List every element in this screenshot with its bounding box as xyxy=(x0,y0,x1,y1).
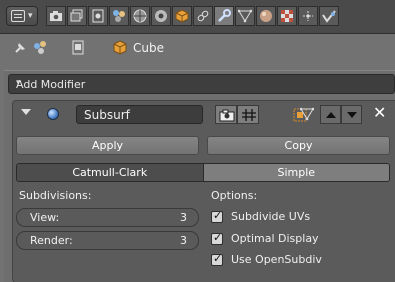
cube-object-icon xyxy=(113,40,127,55)
render-icon xyxy=(50,11,62,21)
object-name-label: Cube xyxy=(133,41,164,55)
triangle-down-icon xyxy=(347,112,357,118)
link-icon xyxy=(197,10,209,22)
scene-icon xyxy=(92,9,104,23)
render-tab[interactable] xyxy=(46,6,66,26)
render-toggle-button[interactable] xyxy=(215,105,237,124)
data-tab[interactable] xyxy=(235,6,255,26)
property-tabs xyxy=(46,6,339,26)
chevron-down-icon: ▾ xyxy=(16,78,21,88)
triangle-up-icon xyxy=(326,112,336,118)
view-value: 3 xyxy=(180,211,187,224)
visibility-toggles xyxy=(215,105,259,124)
apply-button[interactable]: Apply xyxy=(16,136,199,155)
object-data-icon xyxy=(72,40,84,55)
pin-icon[interactable] xyxy=(12,40,28,56)
remove-modifier-close-icon[interactable]: ✕ xyxy=(373,103,386,122)
render-layers-tab[interactable] xyxy=(67,6,87,26)
physics-tab[interactable] xyxy=(319,6,339,26)
subsurf-modifier-box: Subsurf ✕ Apply Copy Catmull-Clark Simpl… xyxy=(12,100,395,282)
view-label: View: xyxy=(30,211,60,224)
scene-tab[interactable] xyxy=(88,6,108,26)
optimal-display-checkbox[interactable] xyxy=(211,231,223,245)
modifier-name-text: Subsurf xyxy=(84,108,130,122)
world-icon xyxy=(113,10,125,22)
move-down-button[interactable] xyxy=(341,105,362,124)
modifier-header: Subsurf ✕ xyxy=(13,101,395,127)
collapse-triangle-icon[interactable] xyxy=(21,109,31,115)
constraints-tab[interactable] xyxy=(151,6,171,26)
simple-option[interactable]: Simple xyxy=(202,164,389,181)
properties-editor-icon xyxy=(11,10,25,22)
on-cage-triangle-icon[interactable] xyxy=(300,107,314,121)
render-levels-field[interactable]: Render: 3 xyxy=(16,231,199,250)
realtime-toggle-button[interactable] xyxy=(237,105,259,124)
object-tab[interactable] xyxy=(130,6,150,26)
wrench-tab[interactable] xyxy=(214,6,234,26)
grid-display-icon xyxy=(242,109,256,121)
subdivision-type-selector: Catmull-Clark Simple xyxy=(16,163,390,182)
use-opensubdiv-checkbox[interactable] xyxy=(211,252,223,266)
particles-tab[interactable] xyxy=(298,6,318,26)
wrench-icon xyxy=(218,9,231,22)
subsurf-modifier-icon xyxy=(47,108,59,120)
modifier-name-field[interactable]: Subsurf xyxy=(76,105,203,124)
particles-icon xyxy=(303,11,313,21)
chain-tab[interactable] xyxy=(193,6,213,26)
texture-icon xyxy=(281,10,293,22)
material-icon xyxy=(260,10,272,22)
texture-tab[interactable] xyxy=(277,6,297,26)
move-up-button[interactable] xyxy=(320,105,341,124)
context-path: Cube xyxy=(0,36,395,60)
render-layers-icon xyxy=(70,9,83,22)
cube-icon xyxy=(175,9,189,23)
add-modifier-dropdown[interactable]: Add Modifier ▾ xyxy=(8,74,395,94)
use-opensubdiv-label: Use OpenSubdiv xyxy=(231,253,322,266)
subdivide-uvs-checkbox[interactable] xyxy=(211,209,223,223)
subdivide-uvs-label: Subdivide UVs xyxy=(231,210,311,223)
properties-header: ▾ xyxy=(0,0,395,34)
options-heading: Options: xyxy=(211,189,258,202)
modifiers-tab[interactable] xyxy=(172,6,192,26)
optimal-display-label: Optimal Display xyxy=(231,232,319,245)
chevron-down-icon: ▾ xyxy=(28,11,33,21)
physics-icon xyxy=(322,10,336,23)
object-icon xyxy=(133,9,147,23)
copy-button[interactable]: Copy xyxy=(207,136,390,155)
camera-icon xyxy=(219,109,235,122)
view-levels-field[interactable]: View: 3 xyxy=(16,208,199,227)
editor-type-button[interactable]: ▾ xyxy=(6,6,38,26)
constraints-icon xyxy=(155,10,167,22)
render-value: 3 xyxy=(180,234,187,247)
modifiers-panel: Add Modifier ▾ Subsurf ✕ Apply Copy Catm… xyxy=(4,70,395,282)
render-label: Render: xyxy=(30,234,73,247)
catmull-clark-option[interactable]: Catmull-Clark xyxy=(17,164,203,181)
world-tab[interactable] xyxy=(109,6,129,26)
mesh-data-icon xyxy=(238,9,252,23)
subdivisions-heading: Subdivisions: xyxy=(19,189,92,202)
move-modifier-buttons xyxy=(320,105,362,124)
scene-objects-icon xyxy=(34,41,46,54)
material-tab[interactable] xyxy=(256,6,276,26)
